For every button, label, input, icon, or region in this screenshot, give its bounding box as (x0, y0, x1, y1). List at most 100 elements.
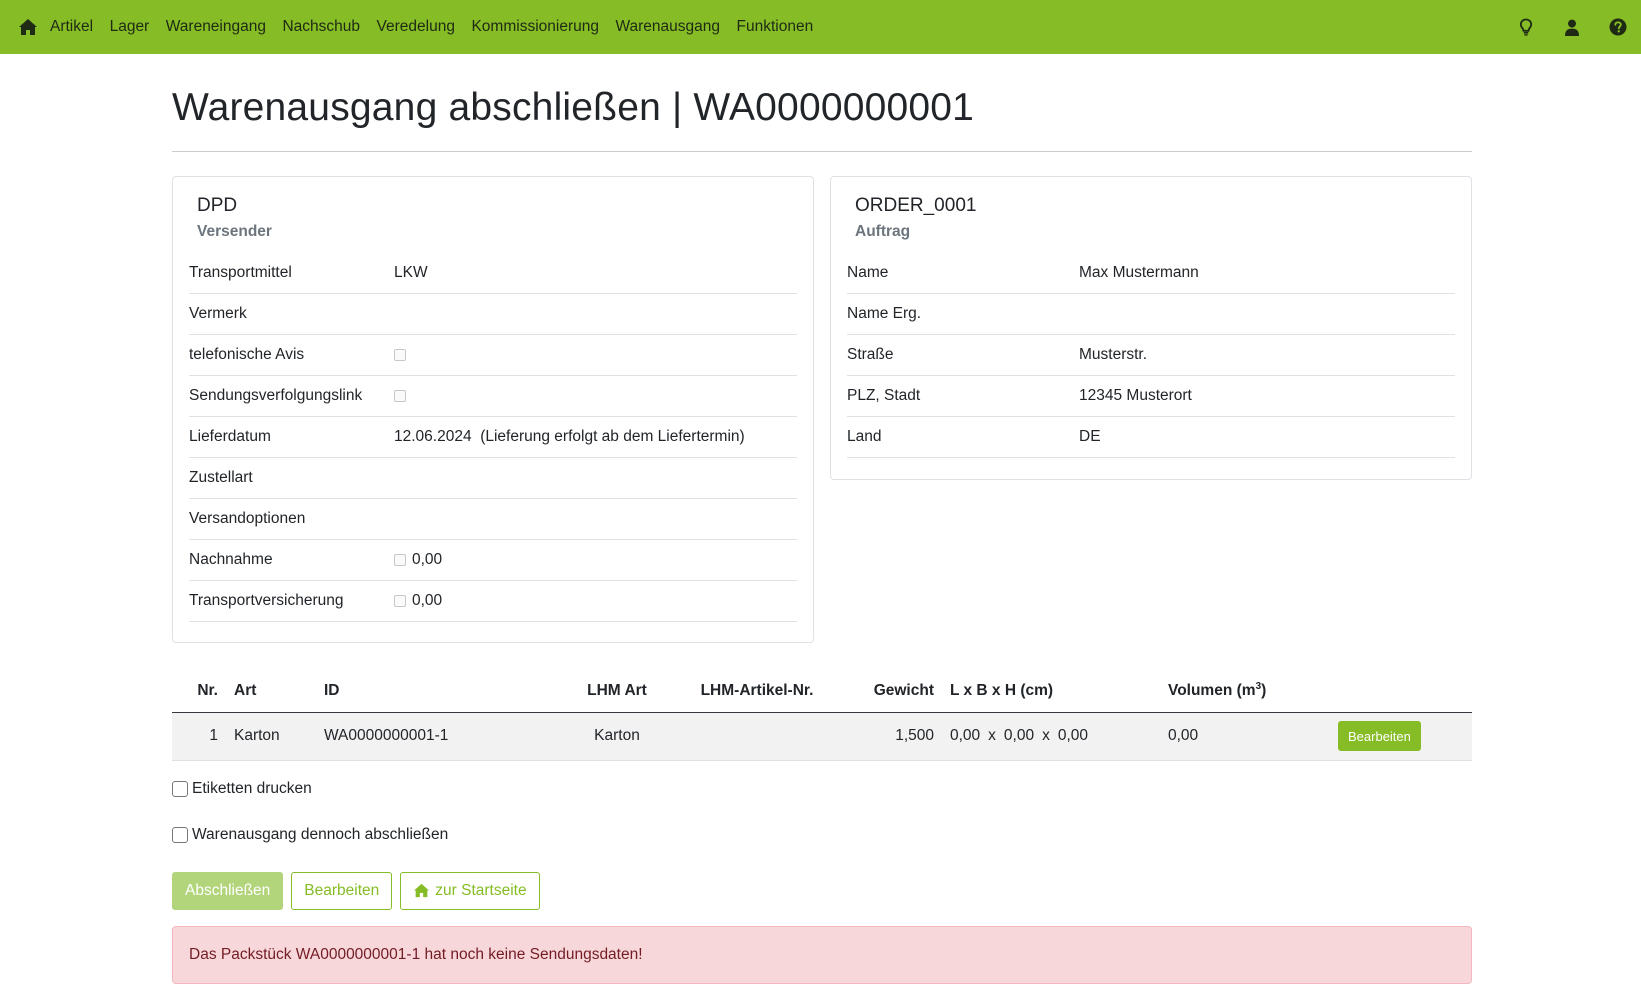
col-id: ID (316, 670, 552, 713)
nachnahme-amount: 0,00 (412, 551, 443, 568)
cell-id: WA0000000001-1 (316, 712, 552, 761)
nav-item-wareneingang[interactable]: Wareneingang (166, 18, 266, 36)
dim-separator: x (1042, 727, 1050, 744)
print-labels-label[interactable]: Etiketten drucken (192, 780, 312, 798)
detail-value: LKW (394, 264, 428, 281)
cell-nr: 1 (172, 712, 226, 761)
col-dims: L x B x H (cm) (942, 670, 1160, 713)
nachnahme-checkbox (394, 554, 406, 566)
force-close-checkbox[interactable] (172, 826, 188, 843)
order-subtitle: Auftrag (855, 223, 911, 240)
detail-label: Vermerk (189, 305, 247, 322)
home-button[interactable]: zur Startseite (400, 871, 540, 910)
page-title: Warenausgang abschließen | WA0000000001 (172, 86, 975, 129)
nav-item-kommissionierung[interactable]: Kommissionierung (471, 18, 599, 36)
versicherung-amount: 0,00 (412, 592, 443, 609)
lightbulb-icon[interactable] (1503, 0, 1549, 54)
user-icon[interactable] (1549, 0, 1595, 54)
detail-row-plz: PLZ, Stadt 12345 Musterort (847, 376, 1455, 417)
cell-gewicht: 1,500 (832, 712, 942, 761)
detail-label: telefonische Avis (189, 346, 305, 363)
help-icon[interactable] (1595, 0, 1641, 54)
action-buttons: Abschließen Bearbeiten zur Startseite (172, 871, 1472, 910)
detail-row-avis: telefonische Avis (189, 335, 797, 376)
dim-separator: x (988, 727, 996, 744)
detail-value: 12345 Musterort (1079, 387, 1192, 404)
home-button-label: zur Startseite (435, 881, 527, 899)
home-icon[interactable] (14, 0, 42, 54)
col-gewicht: Gewicht (832, 670, 942, 713)
detail-value: DE (1079, 428, 1101, 445)
navbar-right (1503, 0, 1641, 54)
detail-row-vermerk: Vermerk (189, 294, 797, 335)
force-close-label[interactable]: Warenausgang dennoch abschließen (192, 826, 448, 844)
table-header-row: Nr. Art ID LHM Art LHM-Artikel-Nr. Gewic… (172, 670, 1472, 713)
detail-row-nachnahme: Nachnahme 0,00 (189, 540, 797, 581)
detail-row-transportmittel: Transportmittel LKW (189, 253, 797, 294)
print-labels-checkbox[interactable] (172, 780, 188, 797)
detail-row-lieferdatum: Lieferdatum 12.06.2024 (Lieferung erfolg… (189, 417, 797, 458)
main-content: Warenausgang abschließen | WA0000000001 … (172, 54, 1472, 984)
shipper-card: DPD Versender Transportmittel LKW Vermer… (172, 176, 814, 643)
cell-dims: 0,00 x 0,00 x 0,00 (942, 712, 1160, 761)
detail-label: Land (847, 428, 882, 445)
detail-label: Lieferdatum (189, 428, 271, 445)
cell-volumen: 0,00 (1160, 712, 1330, 761)
nav-item-lager[interactable]: Lager (110, 18, 150, 36)
detail-row-name: Name Max Mustermann (847, 253, 1455, 294)
top-navbar: Artikel Lager Wareneingang Nachschub Ver… (0, 0, 1641, 54)
cell-actions: Bearbeiten (1330, 712, 1472, 761)
versicherung-checkbox (394, 595, 406, 607)
col-lhm-nr: LHM-Artikel-Nr. (682, 670, 832, 713)
packages-table: Nr. Art ID LHM Art LHM-Artikel-Nr. Gewic… (172, 670, 1472, 761)
nav-item-warenausgang[interactable]: Warenausgang (615, 18, 720, 36)
order-card: ORDER_0001 Auftrag Name Max Mustermann N… (830, 176, 1472, 480)
detail-label: Versandoptionen (189, 510, 306, 527)
col-art: Art (226, 670, 316, 713)
cell-dim-b: 0,00 (1003, 727, 1035, 744)
detail-row-zustellart: Zustellart (189, 458, 797, 499)
detail-label: Name Erg. (847, 305, 922, 322)
order-number: ORDER_0001 (855, 195, 977, 216)
packages-table-wrapper: Nr. Art ID LHM Art LHM-Artikel-Nr. Gewic… (172, 670, 1472, 761)
detail-row-strasse: Straße Musterstr. (847, 335, 1455, 376)
alert-message: Das Packstück WA0000000001-1 hat noch ke… (189, 945, 643, 963)
home-icon (413, 883, 430, 898)
avis-checkbox (394, 349, 406, 361)
col-volumen-label: Volumen (m (1168, 682, 1256, 700)
detail-label: Zustellart (189, 469, 253, 486)
col-nr: Nr. (172, 670, 226, 713)
detail-row-versicherung: Transportversicherung 0,00 (189, 581, 797, 622)
detail-label: Name (847, 264, 889, 281)
nav-item-artikel[interactable]: Artikel (50, 18, 93, 36)
cell-dim-h: 0,00 (1057, 727, 1089, 744)
detail-label: Straße (847, 346, 894, 363)
close-shipment-button[interactable]: Abschließen (172, 871, 284, 910)
col-lhm-art: LHM Art (552, 670, 682, 713)
detail-value: 12.06.2024 (Lieferung erfolgt ab dem Lie… (394, 428, 745, 445)
cell-dim-l: 0,00 (950, 727, 981, 744)
edit-button[interactable]: Bearbeiten (291, 871, 393, 910)
cell-lhm-nr (682, 712, 832, 761)
edit-package-button[interactable]: Bearbeiten (1338, 721, 1421, 751)
detail-row-versandoptionen: Versandoptionen (189, 499, 797, 540)
detail-row-tracking: Sendungsverfolgungslink (189, 376, 797, 417)
detail-label: Transportmittel (189, 264, 292, 281)
cell-lhm-art: Karton (552, 712, 682, 761)
main-menu: Artikel Lager Wareneingang Nachschub Ver… (50, 18, 830, 36)
detail-label: PLZ, Stadt (847, 387, 921, 404)
order-details: Name Max Mustermann Name Erg. Straße Mus… (847, 253, 1455, 458)
detail-label: Transportversicherung (189, 592, 344, 609)
cell-art: Karton (226, 712, 316, 761)
nav-item-nachschub[interactable]: Nachschub (282, 18, 360, 36)
detail-value: Max Mustermann (1079, 264, 1199, 281)
col-volumen-end: ) (1261, 682, 1267, 700)
title-divider (172, 151, 1472, 152)
nav-item-veredelung[interactable]: Veredelung (377, 18, 455, 36)
force-close-option: Warenausgang dennoch abschließen (172, 824, 1472, 846)
nav-item-funktionen[interactable]: Funktionen (737, 18, 814, 36)
detail-row-land: Land DE (847, 417, 1455, 458)
print-labels-option: Etiketten drucken (172, 778, 1472, 800)
detail-label: Sendungsverfolgungslink (189, 387, 363, 404)
tracking-checkbox (394, 390, 406, 402)
